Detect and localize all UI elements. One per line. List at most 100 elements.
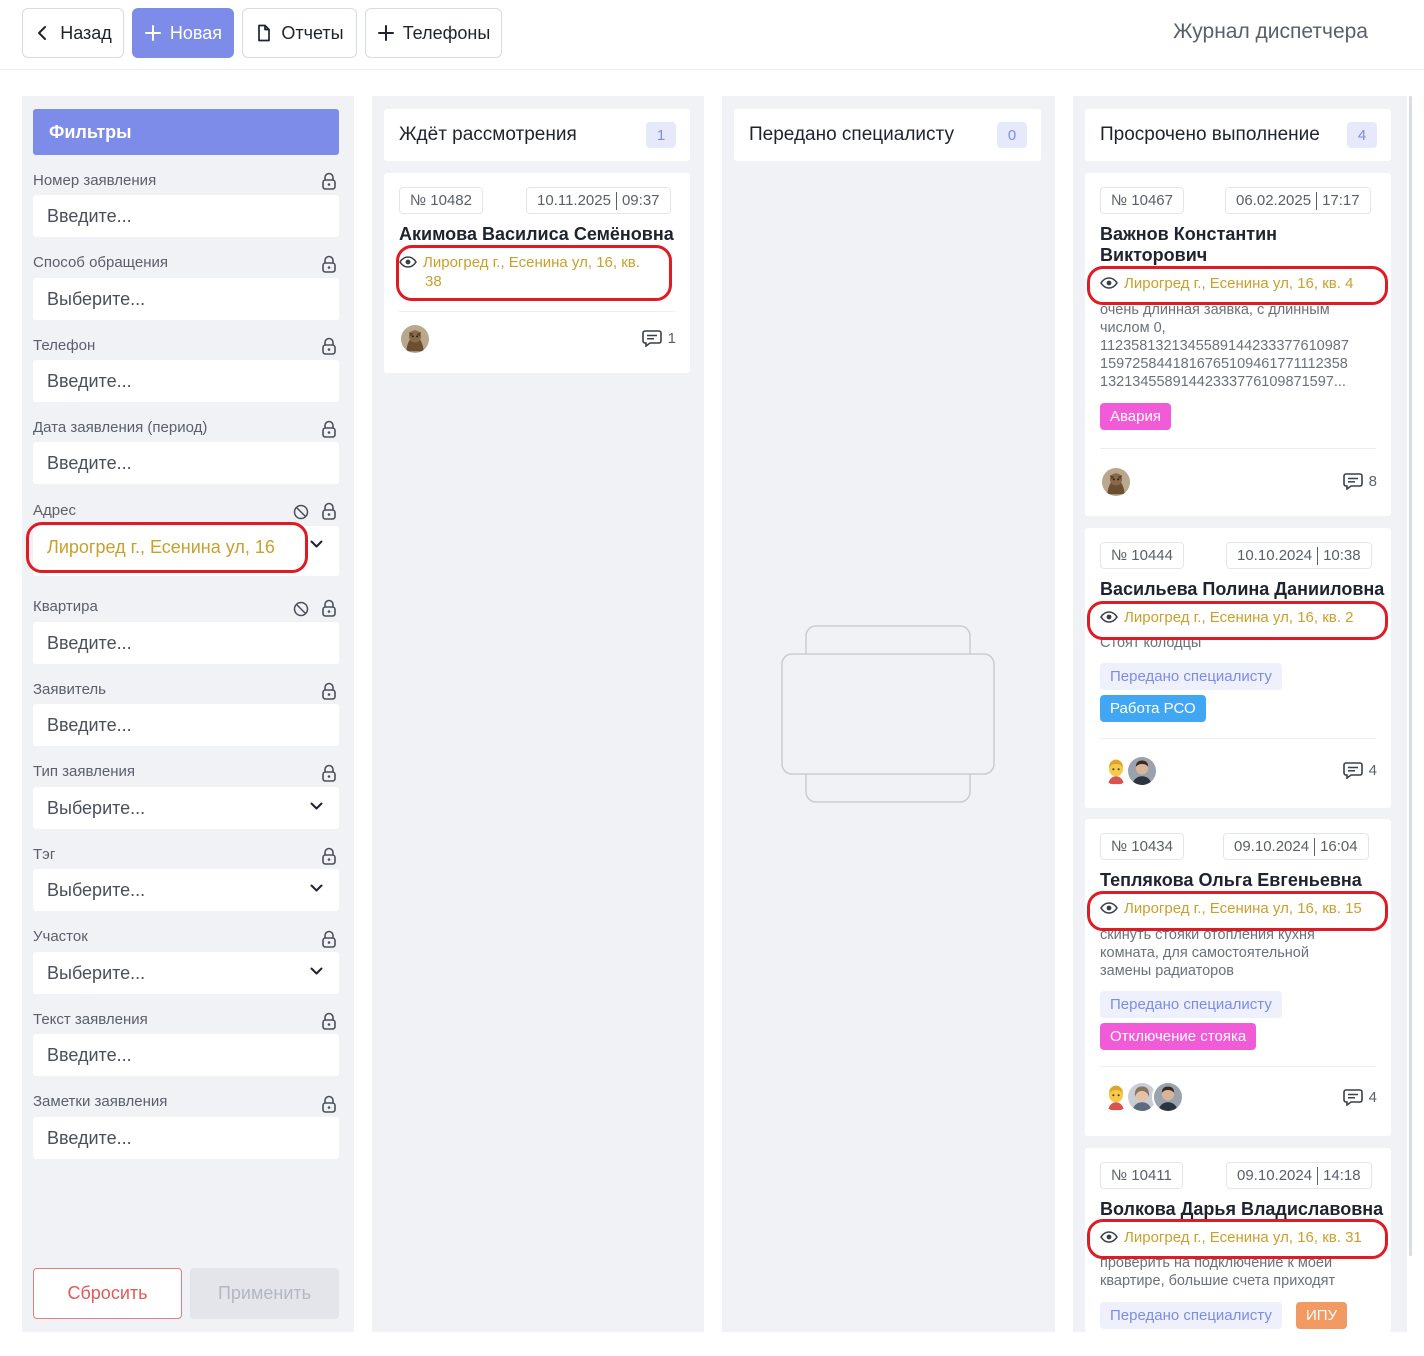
reports-button[interactable]: Отчеты: [242, 8, 357, 58]
request-datetime: 09.10.2024 14:18: [1226, 1162, 1372, 1189]
request-time: 16:04: [1320, 838, 1358, 855]
filter-label-text: Текст заявления: [33, 1011, 148, 1028]
comment-icon: [642, 329, 662, 347]
chevron-down-icon: [310, 540, 323, 549]
filter-label-tag: Тэг: [33, 846, 56, 863]
tag-select-value: Выберите...: [47, 880, 146, 900]
top-toolbar: Назад Новая Отчеты Телефоны Журнал диспе…: [0, 0, 1424, 70]
new-request-button[interactable]: Новая: [132, 8, 234, 58]
number-input[interactable]: Введите...: [33, 195, 339, 237]
channel-select[interactable]: Выберите...: [33, 278, 339, 320]
description-line: квартире, большие счета приходят: [1100, 1273, 1336, 1289]
request-date: 10.10.2024: [1237, 547, 1313, 564]
request-number: № 10467: [1100, 187, 1184, 214]
comments-count: 1: [667, 329, 676, 347]
request-number: № 10411: [1100, 1162, 1183, 1189]
request-address[interactable]: Лирогред г., Есенина ул, 16, кв. 31: [1100, 1228, 1362, 1247]
clear-icon[interactable]: [293, 601, 309, 617]
apartment-input[interactable]: Введите...: [33, 622, 339, 664]
lock-icon[interactable]: [321, 255, 337, 273]
description-line: 1597258441816765109461771112358: [1100, 356, 1348, 372]
applicant-name: Важнов Константин Викторович: [1100, 224, 1277, 266]
clear-icon[interactable]: [293, 504, 309, 520]
lock-icon[interactable]: [321, 1095, 337, 1113]
request-address[interactable]: Лирогред г., Есенина ул, 16, кв. 15: [1100, 899, 1362, 918]
column-assigned: Передано специалисту 0: [722, 96, 1055, 1332]
avatar[interactable]: [1152, 1081, 1184, 1113]
lock-icon[interactable]: [321, 599, 337, 617]
area-select[interactable]: Выберите...: [33, 952, 339, 994]
plus-icon: [144, 25, 161, 41]
request-datetime: 10.11.2025 09:37: [526, 187, 671, 214]
lock-icon[interactable]: [321, 847, 337, 865]
column-overdue: Просрочено выполнение 4 № 10467 06.02.20…: [1073, 96, 1407, 1332]
back-button[interactable]: Назад: [22, 8, 124, 58]
request-description: очень длинная заявка, с длинным числом 0…: [1100, 301, 1349, 391]
card-divider: [1100, 448, 1376, 449]
applicant-name: Васильева Полина Данииловна: [1100, 579, 1385, 599]
request-card[interactable]: № 10434 09.10.2024 16:04 Теплякова Ольга …: [1085, 819, 1391, 1136]
comments-counter[interactable]: 4: [1343, 1088, 1377, 1106]
tag-select[interactable]: Выберите...: [33, 869, 339, 911]
column-title: Передано специалисту: [749, 124, 954, 145]
notes-input[interactable]: Введите...: [33, 1117, 339, 1159]
request-card[interactable]: № 10482 10.11.2025 09:37 Акимова Василиса…: [384, 173, 690, 373]
lock-icon[interactable]: [321, 337, 337, 355]
comments-count: 8: [1368, 472, 1377, 490]
lock-icon[interactable]: [321, 682, 337, 700]
request-number: № 10434: [1100, 833, 1184, 860]
reset-button[interactable]: Сбросить: [33, 1268, 182, 1319]
request-description: скинуть стояки отопления кухня комната, …: [1100, 926, 1315, 980]
new-button-label: Новая: [169, 22, 223, 43]
type-select[interactable]: Выберите...: [33, 787, 339, 829]
request-card[interactable]: № 10444 10.10.2024 10:38 Васильева Полина…: [1085, 528, 1391, 808]
request-address[interactable]: Лирогред г., Есенина ул, 16, кв. 38: [399, 253, 669, 291]
date-period-input[interactable]: Введите...: [33, 442, 339, 484]
filter-label-number: Номер заявления: [33, 172, 157, 189]
address-select[interactable]: Лирогред г., Есенина ул, 16: [33, 526, 339, 576]
filter-label-apartment: Квартира: [33, 598, 98, 615]
phones-button[interactable]: Телефоны: [365, 8, 502, 58]
description-line: замены радиаторов: [1100, 963, 1235, 979]
filter-label-type: Тип заявления: [33, 763, 136, 780]
request-address[interactable]: Лирогред г., Есенина ул, 16, кв. 4: [1100, 274, 1353, 293]
lock-icon[interactable]: [321, 172, 337, 190]
lock-icon[interactable]: [321, 764, 337, 782]
address-text: Лирогред г., Есенина ул, 16, кв. 31: [1124, 1229, 1362, 1246]
request-card[interactable]: № 10411 09.10.2024 14:18 Волкова Дарья Вл…: [1085, 1148, 1391, 1332]
lock-icon[interactable]: [321, 1012, 337, 1030]
column-count-badge: 0: [997, 122, 1027, 148]
comment-icon: [1343, 472, 1363, 490]
comments-counter[interactable]: 1: [642, 329, 676, 347]
request-time: 14:18: [1323, 1167, 1361, 1184]
lock-icon[interactable]: [321, 420, 337, 438]
avatar[interactable]: [1126, 755, 1158, 787]
apply-button[interactable]: Применить: [190, 1268, 339, 1319]
description-line: скинуть стояки отопления кухня: [1100, 927, 1315, 943]
request-text-input[interactable]: Введите...: [33, 1034, 339, 1076]
request-number: № 10482: [399, 187, 483, 214]
filter-label-phone: Телефон: [33, 337, 96, 354]
board-scrollbar[interactable]: [1409, 96, 1412, 1256]
request-description: Стоят колодцы: [1100, 634, 1201, 652]
page-title: Журнал диспетчера: [1173, 20, 1368, 43]
tag-badge: Авария: [1100, 403, 1171, 430]
avatar[interactable]: [1100, 466, 1132, 498]
eye-icon: [1100, 1231, 1118, 1243]
lock-icon[interactable]: [321, 930, 337, 948]
comments-counter[interactable]: 8: [1343, 472, 1377, 490]
avatar[interactable]: [399, 323, 431, 355]
chevron-left-icon: [38, 26, 47, 40]
phone-input[interactable]: Введите...: [33, 360, 339, 402]
back-button-label: Назад: [60, 22, 112, 43]
eye-icon: [1100, 277, 1118, 289]
applicant-input[interactable]: Введите...: [33, 704, 339, 746]
request-datetime: 10.10.2024 10:38: [1226, 542, 1372, 569]
request-card[interactable]: № 10467 06.02.2025 17:17 Важнов Константи…: [1085, 173, 1391, 516]
column-count-badge: 1: [646, 122, 676, 148]
description-line: очень длинная заявка, с длинным: [1100, 302, 1330, 318]
request-number: № 10444: [1100, 542, 1184, 569]
comments-counter[interactable]: 4: [1343, 761, 1377, 779]
request-address[interactable]: Лирогред г., Есенина ул, 16, кв. 2: [1100, 608, 1353, 627]
lock-icon[interactable]: [321, 502, 337, 520]
